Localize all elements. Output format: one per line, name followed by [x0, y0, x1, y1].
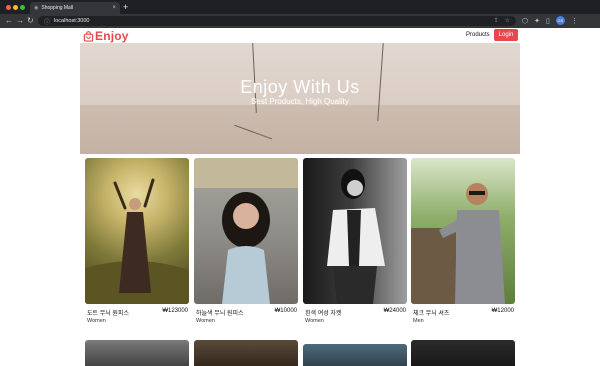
product-card-partial[interactable]	[303, 344, 407, 366]
product-category: Men	[413, 318, 424, 324]
product-image[interactable]	[411, 158, 515, 304]
product-price: ₩12000	[491, 308, 514, 314]
close-window-icon[interactable]	[6, 5, 11, 10]
puzzle-icon[interactable]: ✦	[534, 17, 540, 25]
product-card[interactable]: 흰색 여성 자켓 ₩24000 Women	[303, 158, 407, 326]
product-price: ₩24000	[383, 308, 406, 314]
product-card[interactable]: 도트 무늬 원피스 ₩123000 Women	[85, 158, 189, 326]
product-image[interactable]	[85, 158, 189, 304]
hero-title: Enjoy With Us	[240, 77, 360, 97]
product-name: 체크 무늬 셔츠	[413, 311, 450, 317]
product-category: Women	[196, 318, 215, 324]
new-tab-button[interactable]: +	[123, 2, 128, 12]
woman-blue-dress-photo	[194, 158, 298, 304]
site-header: Enjoy Products Login	[80, 28, 520, 44]
login-button[interactable]: Login	[494, 29, 518, 41]
product-name: 하늘색 무늬 원피스	[196, 311, 244, 317]
browser-tab[interactable]: ◉ Shopping Mall ×	[30, 2, 120, 14]
product-card[interactable]: 하늘색 무늬 원피스 ₩10000 Women	[194, 158, 298, 326]
address-bar[interactable]: ⓘ localhost:3000 ⇪ ☆	[38, 16, 516, 26]
shopping-bag-icon	[83, 30, 94, 42]
forward-icon[interactable]: →	[16, 16, 24, 26]
close-tab-icon[interactable]: ×	[112, 5, 116, 11]
tab-title: Shopping Mall	[41, 5, 74, 11]
url-text: localhost:3000	[54, 18, 90, 24]
reload-icon[interactable]: ↻	[27, 16, 34, 26]
product-price: ₩10000	[274, 308, 297, 314]
sidebar-icon[interactable]: ▯	[546, 17, 550, 25]
product-card-partial[interactable]	[411, 340, 515, 366]
maximize-window-icon[interactable]	[20, 5, 25, 10]
web-page: Enjoy Products Login Enjoy With Us Best …	[0, 28, 600, 366]
star-icon[interactable]: ☆	[505, 17, 510, 24]
browser-toolbar: ← → ↻ ⓘ localhost:3000 ⇪ ☆ ⬡ ✦ ▯ GS ⋮	[0, 14, 600, 28]
minimize-window-icon[interactable]	[13, 5, 18, 10]
product-name: 도트 무늬 원피스	[87, 311, 129, 317]
product-card-partial[interactable]	[194, 340, 298, 366]
product-price: ₩123000	[162, 308, 188, 314]
menu-icon[interactable]: ⋮	[571, 17, 578, 25]
hero-background-shadow	[80, 105, 520, 154]
extension-icon[interactable]: ⬡	[522, 17, 528, 25]
product-card-partial[interactable]	[85, 340, 189, 366]
browser-chrome: ◉ Shopping Mall × + ← → ↻ ⓘ localhost:30…	[0, 0, 600, 28]
product-name: 흰색 여성 자켓	[305, 311, 342, 317]
woman-white-jacket-photo	[327, 169, 385, 304]
hero-subtitle: Best Products, High Quality	[251, 97, 349, 106]
products-link[interactable]: Products	[466, 32, 490, 38]
brand-name: Enjoy	[95, 29, 129, 43]
product-category: Women	[305, 318, 324, 324]
woman-in-field-photo	[85, 178, 189, 304]
product-image[interactable]	[303, 158, 407, 304]
product-image[interactable]	[194, 158, 298, 304]
product-card[interactable]: 체크 무늬 셔츠 ₩12000 Men	[411, 158, 515, 326]
tab-bar: ◉ Shopping Mall × +	[0, 0, 600, 14]
product-category: Women	[87, 318, 106, 324]
share-icon[interactable]: ⇪	[494, 17, 499, 24]
brand-logo[interactable]: Enjoy	[83, 29, 129, 43]
hero-banner: Enjoy With Us Best Products, High Qualit…	[80, 43, 520, 154]
man-checked-shirt-photo	[411, 183, 505, 304]
globe-icon: ◉	[34, 5, 39, 11]
info-icon[interactable]: ⓘ	[44, 17, 50, 26]
back-icon[interactable]: ←	[5, 16, 13, 26]
profile-avatar[interactable]: GS	[555, 16, 565, 25]
